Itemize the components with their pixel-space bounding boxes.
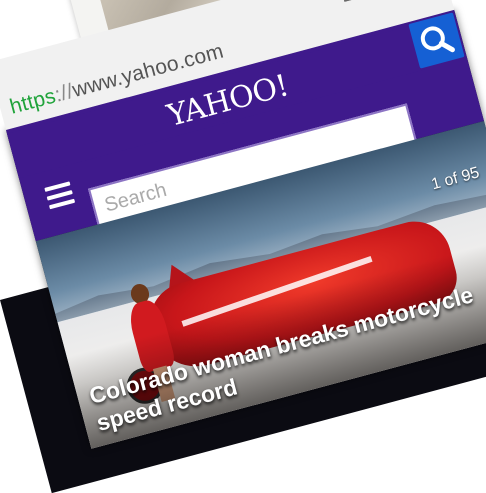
mail-button[interactable]: 67 (331, 0, 377, 6)
hamburger-menu-icon[interactable] (44, 181, 76, 210)
mail-icon (339, 0, 374, 3)
hamburger-line (48, 198, 76, 210)
slide-counter: 1 of 95 (429, 164, 482, 194)
url-scheme: https (7, 84, 59, 119)
